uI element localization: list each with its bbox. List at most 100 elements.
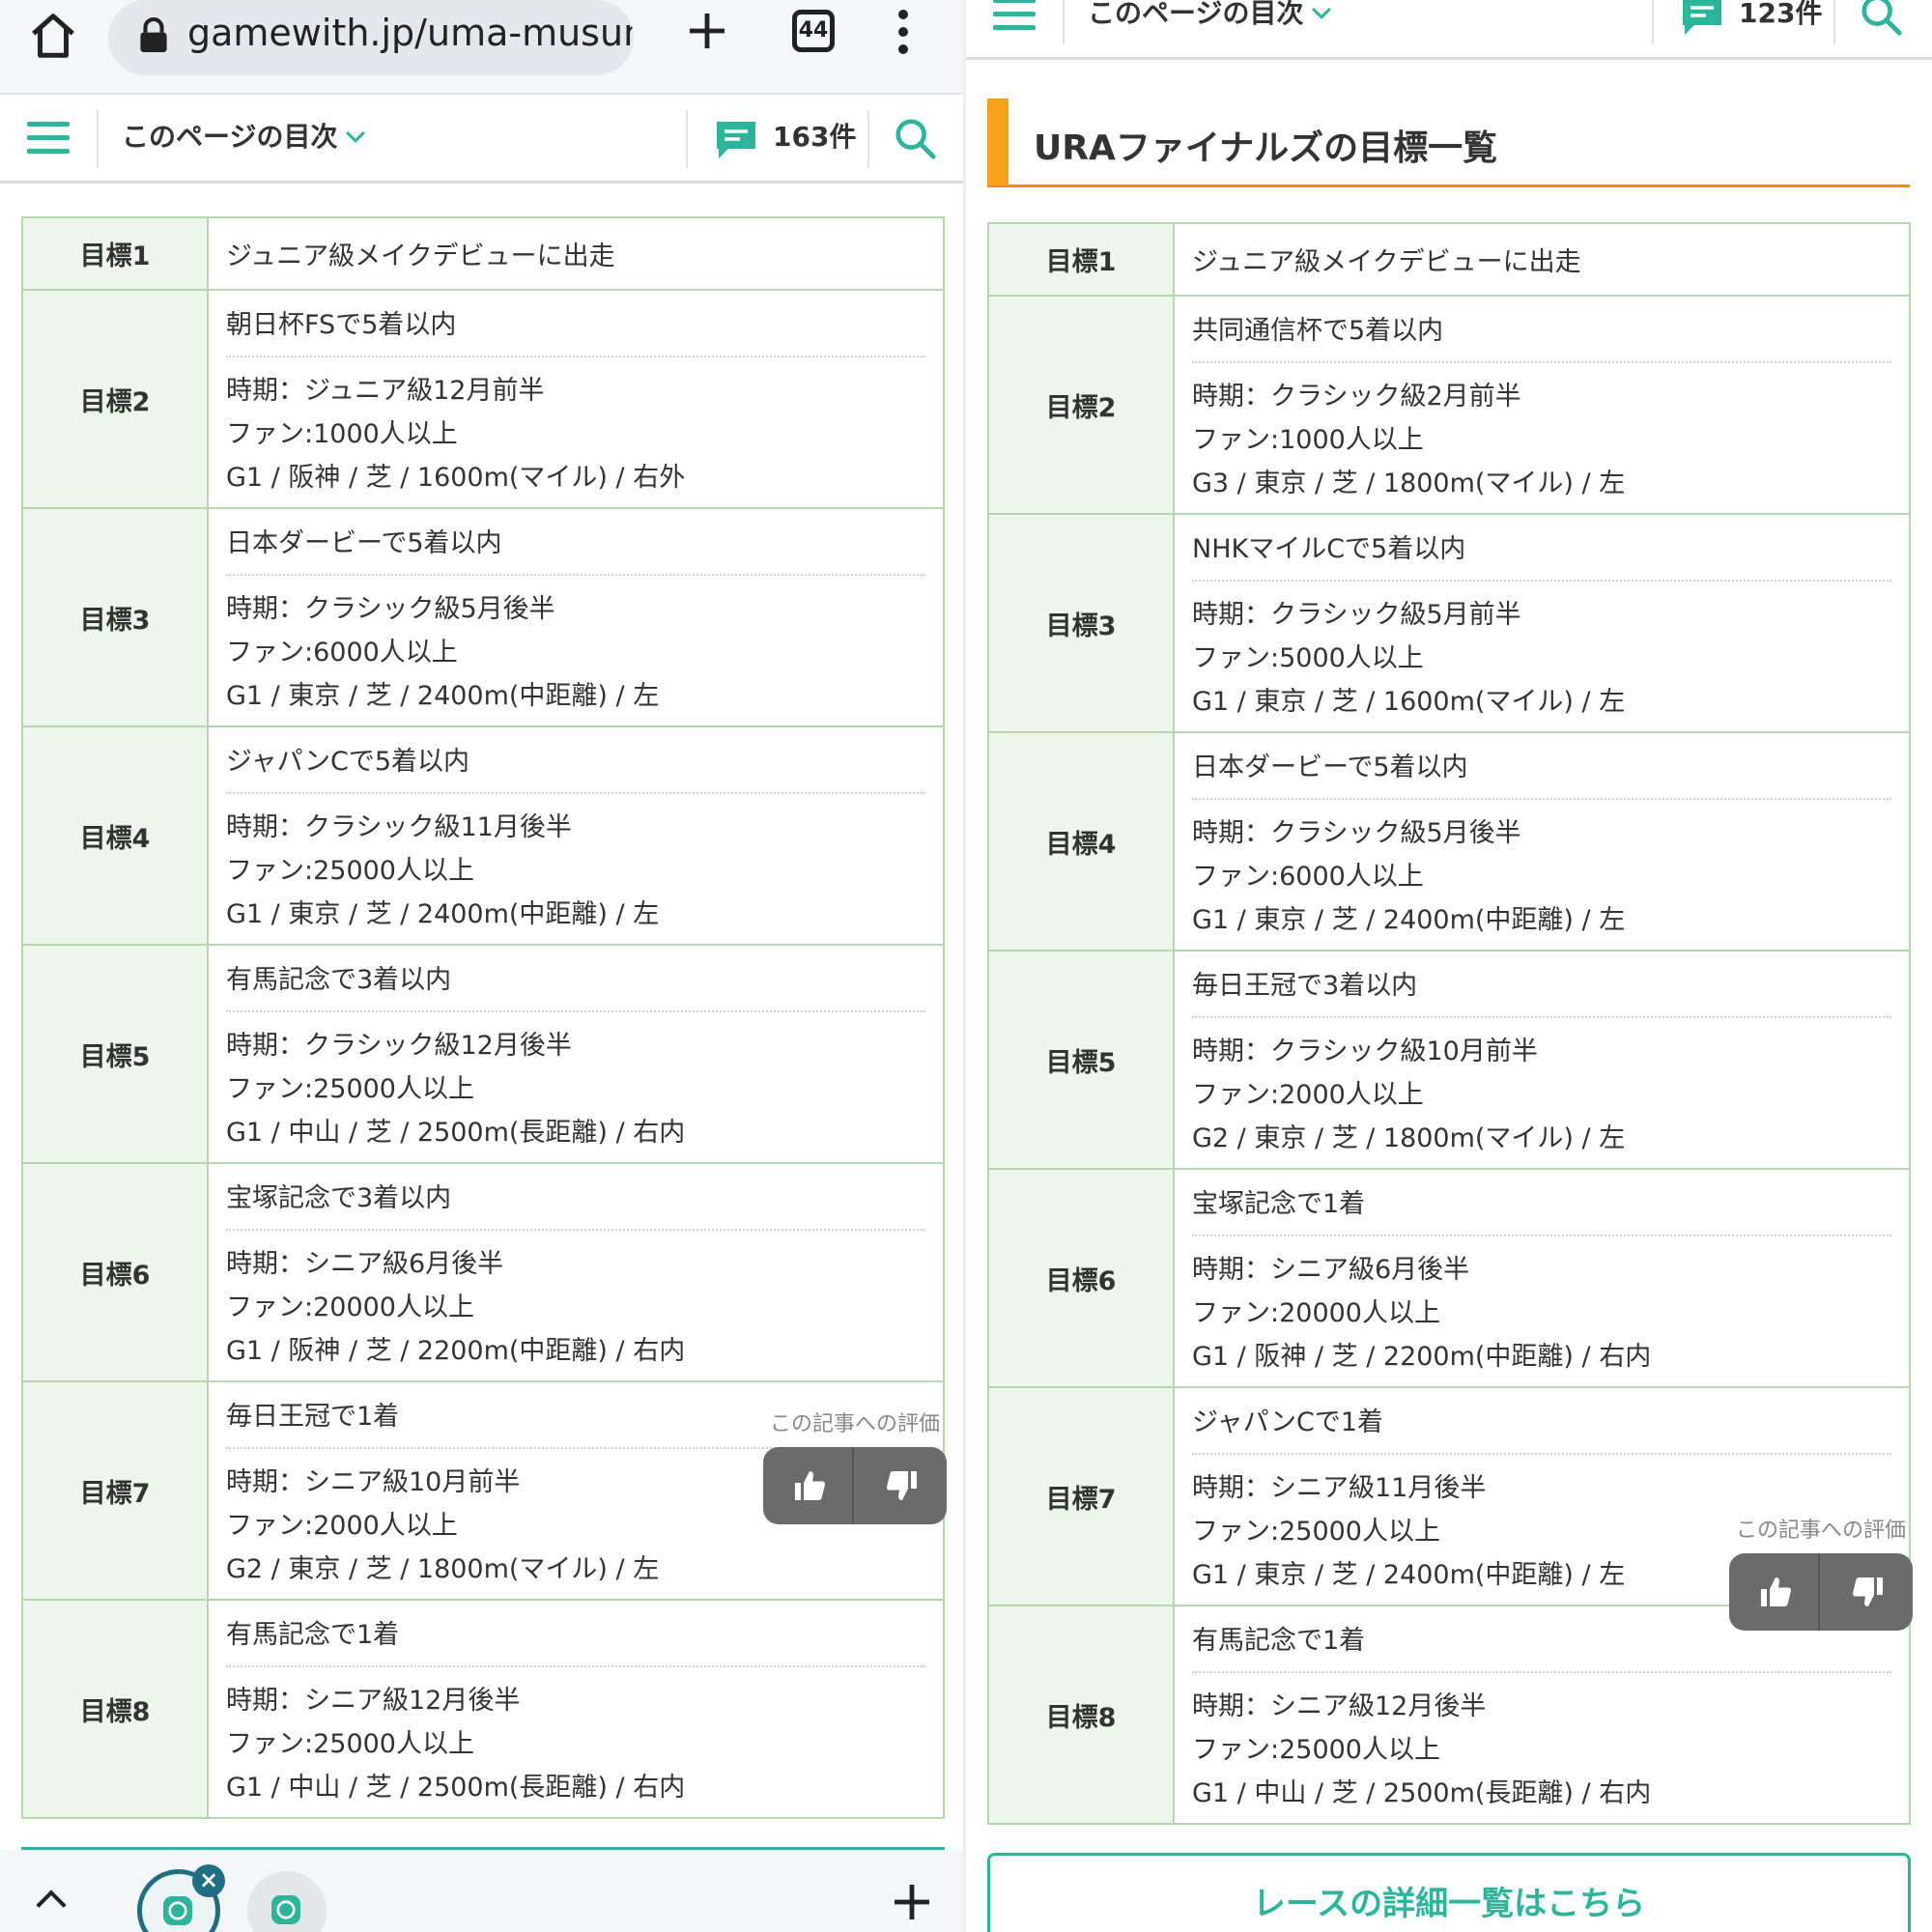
thumbs-up-button[interactable]	[763, 1447, 854, 1524]
kebab-menu-icon[interactable]	[896, 10, 910, 56]
goal-period: 時期：クラシック級12月後半	[226, 1030, 572, 1061]
goal-condition: ジュニア級メイクデビューに出走	[1173, 222, 1911, 297]
chat-bubble-icon	[163, 1896, 192, 1925]
goal-race-info: G1 / 中山 / 芝 / 2500m(長距離) / 右内	[1192, 1777, 1652, 1808]
tab-switcher-icon[interactable]: 44	[792, 10, 835, 52]
search-icon[interactable]	[1859, 0, 1903, 37]
lock-icon	[140, 17, 167, 52]
table-row: 目標4 日本ダービーで5着以内 時期：クラシック級5月後半 ファン:6000人以上 G…	[987, 731, 1911, 952]
goal-period: 時期：シニア級11月後半	[1192, 1472, 1487, 1503]
goal-fans: ファン:20000人以上	[1192, 1297, 1440, 1328]
home-icon[interactable]	[27, 10, 79, 62]
goal-period: 時期：シニア級6月後半	[226, 1248, 504, 1279]
table-row: 目標6 宝塚記念で3着以内 時期：シニア級6月後半 ファン:20000人以上 G1 /…	[21, 1162, 945, 1382]
table-row: 目標8 有馬記念で1着 時期：シニア級12月後半 ファン:25000人以上 G1 / …	[987, 1605, 1911, 1825]
goal-fans: ファン:1000人以上	[1192, 424, 1424, 455]
table-row: 目標3 NHKマイルCで5着以内 時期：クラシック級5月前半 ファン:5000人以上…	[987, 513, 1911, 733]
plus-icon[interactable]	[684, 8, 730, 54]
chevron-up-icon[interactable]	[36, 1889, 67, 1920]
goal-race-info: G1 / 東京 / 芝 / 2400m(中距離) / 左	[1192, 904, 1626, 935]
goal-race-info: G3 / 東京 / 芝 / 1800m(マイル) / 左	[1192, 468, 1626, 498]
goal-period: 時期：ジュニア級12月前半	[226, 375, 545, 406]
chat-bubble[interactable]: ×	[137, 1864, 225, 1932]
goal-label: 目標7	[987, 1386, 1175, 1606]
goal-race-info: G1 / 中山 / 芝 / 2500m(長距離) / 右内	[226, 1117, 686, 1148]
thumbs-down-button[interactable]	[856, 1447, 947, 1524]
goal-condition: ジャパンCで5着以内	[226, 736, 925, 794]
goal-period: 時期：クラシック級5月後半	[1192, 817, 1521, 848]
table-row: 目標1 ジュニア級メイクデビューに出走	[21, 216, 945, 291]
race-list-button[interactable]: レースの詳細一覧はこちら	[987, 1853, 1911, 1932]
chevron-down-icon	[1312, 0, 1332, 19]
address-bar[interactable]: gamewith.jp/uma-musume	[108, 0, 634, 75]
goal-fans: ファン:6000人以上	[226, 637, 458, 668]
toc-dropdown[interactable]: このページの目次	[1088, 0, 1332, 31]
goal-label: 目標1	[21, 216, 209, 291]
search-icon[interactable]	[893, 116, 937, 160]
goal-condition: 有馬記念で3着以内	[226, 954, 925, 1012]
goal-race-info: G1 / 阪神 / 芝 / 2200m(中距離) / 右内	[1192, 1341, 1652, 1372]
chat-bubble[interactable]	[247, 1871, 327, 1932]
chat-bubble-icon	[271, 1895, 300, 1924]
goal-condition: NHKマイルCで5着以内	[1192, 524, 1891, 582]
section-title: URAファイナルズの目標一覧	[1034, 128, 1498, 168]
close-icon[interactable]: ×	[192, 1864, 225, 1897]
rating-label: この記事への評価	[1735, 1519, 1906, 1543]
thumbs-down-button[interactable]	[1822, 1553, 1913, 1631]
site-header: このページの目次 123件	[966, 0, 1932, 60]
goal-period: 時期：クラシック級5月前半	[1192, 599, 1521, 630]
article-rating: この記事への評価	[763, 1406, 947, 1524]
hamburger-menu-icon[interactable]	[27, 122, 70, 155]
table-row: 目標1 ジュニア級メイクデビューに出走	[987, 222, 1911, 297]
goal-condition: ジュニア級メイクデビューに出走	[207, 216, 945, 291]
table-row: 目標4 ジャパンCで5着以内時期：クラシック級11月後半 ファン:25000人以上…	[21, 725, 945, 946]
goal-race-info: G1 / 東京 / 芝 / 1600m(マイル) / 左	[1192, 686, 1626, 717]
goal-fans: ファン:20000人以上	[226, 1292, 474, 1322]
goal-table: 目標1 ジュニア級メイクデビューに出走 目標2 朝日杯FSで5着以内 時期：ジュニ…	[21, 216, 945, 1819]
table-row: 目標3 日本ダービーで5着以内 時期：クラシック級5月後半 ファン:6000人以上 G…	[21, 507, 945, 727]
thumbs-up-icon	[1761, 1577, 1792, 1606]
goal-race-info: G1 / 阪神 / 芝 / 1600m(マイル) / 右外	[226, 462, 686, 493]
goal-label: 目標8	[987, 1605, 1175, 1825]
comment-count[interactable]: 163件	[773, 116, 856, 155]
goal-period: 時期：シニア級12月後半	[226, 1685, 521, 1716]
right-screenshot: このページの目次 123件 URAファイナルズの目標一覧 目標1 ジュニア級メイ…	[966, 0, 1932, 1932]
table-row: 目標2 共同通信杯で5着以内 時期：クラシック級2月前半 ファン:1000人以上 G3…	[987, 295, 1911, 515]
goal-race-info: G1 / 東京 / 芝 / 2400m(中距離) / 左	[226, 680, 660, 711]
chevron-down-icon	[346, 124, 366, 143]
bottom-bar: ×	[0, 1850, 966, 1932]
thumbs-up-button[interactable]	[1729, 1553, 1820, 1631]
plus-icon[interactable]	[889, 1879, 935, 1925]
section-heading: URAファイナルズの目標一覧	[987, 99, 1910, 187]
hamburger-menu-icon[interactable]	[993, 0, 1036, 31]
goal-condition: 朝日杯FSで5着以内	[226, 299, 925, 357]
goal-condition: ジャパンCで1着	[1192, 1397, 1891, 1455]
browser-toolbar: gamewith.jp/uma-musume 44	[0, 0, 966, 95]
goal-condition: 日本ダービーで5着以内	[226, 518, 925, 576]
goal-race-info: G1 / 阪神 / 芝 / 2200m(中距離) / 右内	[226, 1335, 686, 1366]
goal-fans: ファン:25000人以上	[226, 855, 474, 886]
table-row: 目標6 宝塚記念で1着 時期：シニア級6月後半 ファン:20000人以上 G1 / 阪…	[987, 1168, 1911, 1388]
goal-condition: 有馬記念で1着	[226, 1609, 925, 1667]
url-text: gamewith.jp/uma-musume	[187, 12, 634, 54]
goal-period: 時期：クラシック級10月前半	[1192, 1036, 1538, 1066]
goal-label: 目標8	[21, 1599, 209, 1819]
goal-fans: ファン:25000人以上	[226, 1728, 474, 1759]
goal-fans: ファン:2000人以上	[1192, 1079, 1424, 1110]
goal-period: 時期：クラシック級11月後半	[226, 811, 572, 842]
table-row: 目標5 有馬記念で3着以内 時期：クラシック級12月後半 ファン:25000人以上 G…	[21, 944, 945, 1164]
comment-icon[interactable]	[1679, 0, 1725, 39]
goal-label: 目標4	[21, 725, 209, 946]
goal-label: 目標6	[21, 1162, 209, 1382]
article-rating: この記事への評価	[1729, 1513, 1913, 1631]
goal-condition: 日本ダービーで5着以内	[1192, 742, 1891, 800]
goal-race-info: G1 / 中山 / 芝 / 2500m(長距離) / 右内	[226, 1772, 686, 1803]
goal-label: 目標3	[21, 507, 209, 727]
goal-label: 目標4	[987, 731, 1175, 952]
toc-dropdown[interactable]: このページの目次	[122, 116, 366, 155]
comment-icon[interactable]	[713, 116, 759, 162]
goal-label: 目標6	[987, 1168, 1175, 1388]
rating-label: この記事への評価	[769, 1412, 940, 1436]
goal-label: 目標7	[21, 1380, 209, 1601]
comment-count[interactable]: 123件	[1739, 0, 1822, 31]
